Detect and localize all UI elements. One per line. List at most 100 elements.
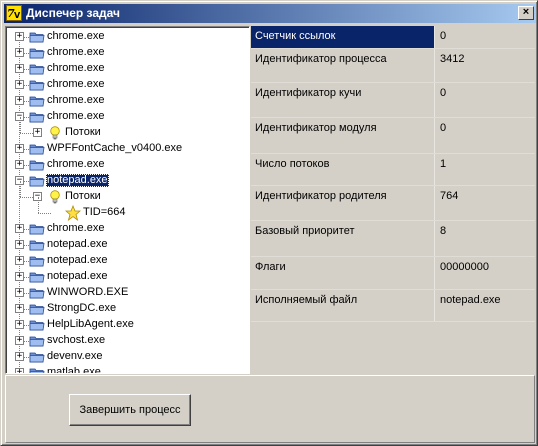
title-bar[interactable]: 7 V Диспечер задач ×: [4, 4, 536, 23]
tree-row-label[interactable]: matlab.exe: [46, 366, 102, 373]
tree-row-label[interactable]: notepad.exe: [46, 270, 109, 283]
expand-icon[interactable]: +: [15, 352, 24, 361]
property-row[interactable]: Исполняемый файл notepad.exe: [251, 290, 535, 322]
tree-row-label[interactable]: chrome.exe: [46, 46, 105, 59]
tree-row-label[interactable]: chrome.exe: [46, 30, 105, 43]
property-name: Счетчик ссылок: [251, 26, 435, 48]
property-value: 0: [440, 122, 447, 134]
expand-icon[interactable]: +: [15, 224, 24, 233]
tree-row[interactable]: + chrome.exe: [7, 77, 249, 93]
expand-icon[interactable]: +: [15, 320, 24, 329]
tree-row-label[interactable]: chrome.exe: [46, 222, 105, 235]
property-row[interactable]: Базовый приоритет 8: [251, 221, 535, 257]
expand-icon[interactable]: +: [15, 368, 24, 373]
tree-row[interactable]: + notepad.exe: [7, 253, 249, 269]
folder-icon: [29, 157, 45, 173]
close-button[interactable]: ×: [518, 6, 534, 20]
property-grid: Счетчик ссылок 0 Идентификатор процесса 341…: [251, 26, 535, 374]
tree-connector: [20, 197, 33, 198]
tree-row-label[interactable]: chrome.exe: [46, 94, 105, 107]
tree-row-label[interactable]: chrome.exe: [46, 158, 105, 171]
expand-icon[interactable]: +: [15, 144, 24, 153]
tree-row[interactable]: − notepad.exe: [7, 173, 249, 189]
property-name: Исполняемый файл: [251, 290, 435, 321]
expand-icon[interactable]: +: [15, 288, 24, 297]
tree-row[interactable]: + devenv.exe: [7, 349, 249, 365]
tree-row[interactable]: + WINWORD.EXE: [7, 285, 249, 301]
expand-icon[interactable]: +: [33, 128, 42, 137]
bottom-panel: Завершить процесс: [5, 375, 535, 443]
tree-row[interactable]: + notepad.exe: [7, 237, 249, 253]
tree-row-label[interactable]: svchost.exe: [46, 334, 106, 347]
property-row[interactable]: Идентификатор кучи 0: [251, 83, 535, 118]
expand-icon[interactable]: +: [15, 272, 24, 281]
tree-row-label[interactable]: Потоки: [64, 126, 102, 139]
expand-icon[interactable]: +: [15, 64, 24, 73]
tree-row[interactable]: + chrome.exe: [7, 45, 249, 61]
tree-row-label[interactable]: notepad.exe: [46, 174, 109, 187]
tree-row[interactable]: + chrome.exe: [7, 93, 249, 109]
folder-icon: [29, 221, 45, 237]
tree-row[interactable]: + svchost.exe: [7, 333, 249, 349]
tree-row[interactable]: − chrome.exe: [7, 109, 249, 125]
tree-row[interactable]: + chrome.exe: [7, 29, 249, 45]
tree-row[interactable]: + chrome.exe: [7, 221, 249, 237]
tree-row-label[interactable]: notepad.exe: [46, 254, 109, 267]
tree-row[interactable]: + HelpLibAgent.exe: [7, 317, 249, 333]
tree-row[interactable]: + chrome.exe: [7, 61, 249, 77]
tree-row-label[interactable]: WPFFontCache_v0400.exe: [46, 142, 183, 155]
property-name: Идентификатор процесса: [251, 49, 435, 82]
tree-row-label[interactable]: Потоки: [64, 190, 102, 203]
expand-icon[interactable]: +: [15, 256, 24, 265]
tree-row-label[interactable]: chrome.exe: [46, 78, 105, 91]
end-process-button[interactable]: Завершить процесс: [69, 394, 191, 426]
folder-icon: [29, 141, 45, 157]
tree-row[interactable]: + matlab.exe: [7, 365, 249, 374]
property-row[interactable]: Число потоков 1: [251, 154, 535, 186]
star-icon: [64, 204, 82, 222]
property-row[interactable]: Идентификатор процесса 3412: [251, 49, 535, 83]
property-row[interactable]: Флаги 00000000: [251, 257, 535, 290]
property-row[interactable]: Идентификатор модуля 0: [251, 118, 535, 154]
property-name: Идентификатор кучи: [251, 83, 435, 117]
property-row[interactable]: Счетчик ссылок 0: [251, 26, 535, 49]
tree-row-label[interactable]: chrome.exe: [46, 110, 105, 123]
folder-icon: [29, 45, 45, 61]
tree-row-label[interactable]: StrongDC.exe: [46, 302, 117, 315]
property-row[interactable]: Идентификатор родителя 764: [251, 186, 535, 221]
tree-row-label[interactable]: WINWORD.EXE: [46, 286, 129, 299]
tree-row[interactable]: + StrongDC.exe: [7, 301, 249, 317]
folder-icon: [29, 109, 45, 125]
property-value: 0: [440, 87, 447, 99]
property-value: 00000000: [440, 261, 489, 273]
expand-icon[interactable]: +: [15, 80, 24, 89]
folder-icon: [29, 237, 45, 253]
property-value: 764: [440, 190, 459, 202]
tree-row[interactable]: TID=664: [7, 197, 249, 222]
app-icon: 7 V: [6, 5, 22, 21]
tree-row-label[interactable]: TID=664: [82, 206, 127, 219]
expand-icon[interactable]: +: [15, 48, 24, 57]
expand-icon[interactable]: +: [15, 96, 24, 105]
tree-row[interactable]: − Потоки: [7, 181, 249, 205]
property-value: 8: [440, 225, 447, 237]
expand-icon[interactable]: +: [15, 304, 24, 313]
tree-row-label[interactable]: chrome.exe: [46, 62, 105, 75]
tree-row-label[interactable]: HelpLibAgent.exe: [46, 318, 135, 331]
tree-row[interactable]: + Потоки: [7, 117, 249, 141]
folder-icon: [29, 93, 45, 109]
tree-row[interactable]: + notepad.exe: [7, 269, 249, 285]
expand-icon[interactable]: +: [15, 336, 24, 345]
tree-connector: [19, 373, 29, 374]
folder-icon: [29, 285, 45, 301]
tree-row[interactable]: + WPFFontCache_v0400.exe: [7, 141, 249, 157]
expand-icon[interactable]: +: [15, 160, 24, 169]
property-name: Идентификатор модуля: [251, 118, 435, 153]
tree-row-label[interactable]: notepad.exe: [46, 238, 109, 251]
expand-icon[interactable]: +: [15, 240, 24, 249]
folder-icon: [29, 365, 45, 373]
process-tree[interactable]: + chrome.exe + chrome.exe + chrome.exe + chrome…: [5, 26, 250, 374]
expand-icon[interactable]: +: [15, 32, 24, 41]
tree-row[interactable]: + chrome.exe: [7, 157, 249, 173]
tree-row-label[interactable]: devenv.exe: [46, 350, 103, 363]
